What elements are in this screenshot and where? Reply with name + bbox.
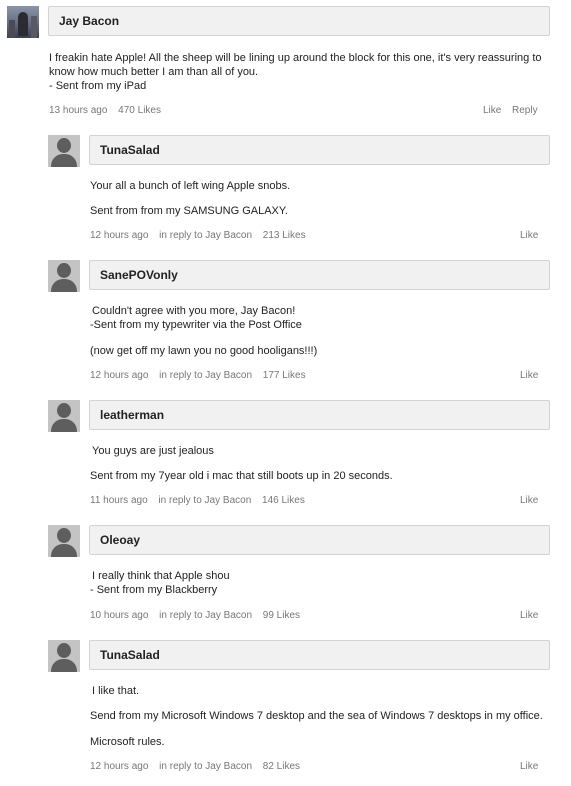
comment-text-line: Sent from my 7year old i mac that still … — [90, 470, 393, 482]
comment-text-line: You guys are just jealous — [92, 445, 214, 457]
comment-like-count: 213 Likes — [262, 230, 306, 241]
comment-reply: TunaSalad Your all a bunch of left wing … — [0, 130, 571, 250]
default-person-icon[interactable] — [48, 135, 80, 167]
default-person-icon[interactable] — [48, 640, 80, 672]
like-button[interactable]: Like — [483, 105, 501, 116]
comment-author-bar: Oleoay — [89, 525, 550, 555]
comment-like-count: 177 Likes — [262, 370, 306, 381]
in-reply-to-link[interactable]: in reply to Jay Bacon — [159, 761, 252, 772]
comment-timestamp[interactable]: 12 hours ago — [90, 370, 148, 381]
comment-author-name[interactable]: Oleoay — [100, 533, 140, 547]
comment-like-count: 82 Likes — [262, 761, 301, 772]
in-reply-to-link[interactable]: in reply to Jay Bacon — [158, 495, 251, 506]
comment-author-name[interactable]: leatherman — [100, 408, 164, 422]
default-person-icon[interactable] — [48, 400, 80, 432]
in-reply-to-link[interactable]: in reply to Jay Bacon — [159, 610, 252, 621]
comment-reply: Oleoay I really think that Apple shou - … — [0, 520, 571, 635]
comment-text-line: Sent from from my SAMSUNG GALAXY. — [90, 205, 288, 217]
comment-author-bar: TunaSalad — [89, 640, 550, 670]
user-photo-avatar[interactable] — [7, 6, 39, 38]
comment-timestamp[interactable]: 10 hours ago — [90, 610, 148, 621]
comment-text-line: -Sent from my typewriter via the Post Of… — [90, 319, 302, 331]
comment-text-line: Your all a bunch of left wing Apple snob… — [90, 180, 291, 192]
in-reply-to-link[interactable]: in reply to Jay Bacon — [159, 370, 252, 381]
comment-meta: 12 hours ago in reply to Jay Bacon 82 Li… — [90, 761, 300, 772]
comment-like-count: 146 Likes — [262, 495, 305, 506]
comment-like-count: 470 Likes — [118, 105, 161, 116]
comment-text-line: - Sent from my iPad — [49, 80, 147, 92]
comment-text-line: know how much better I am than all of yo… — [49, 66, 259, 78]
comment-jay-bacon: Jay Bacon I freakin hate Apple! All the … — [0, 0, 571, 125]
in-reply-to-link[interactable]: in reply to Jay Bacon — [159, 230, 252, 241]
comment-timestamp[interactable]: 13 hours ago — [49, 105, 107, 116]
comment-reply: leatherman You guys are just jealous Sen… — [0, 395, 571, 515]
comment-reply: SanePOVonly Couldn't agree with you more… — [0, 255, 571, 395]
comment-author-bar: leatherman — [89, 400, 550, 430]
comment-author-name[interactable]: TunaSalad — [100, 648, 160, 662]
comment-timestamp[interactable]: 12 hours ago — [90, 761, 148, 772]
comment-timestamp[interactable]: 11 hours ago — [90, 495, 148, 506]
default-person-icon[interactable] — [48, 525, 80, 557]
comment-reply: TunaSalad I like that. Send from my Micr… — [0, 635, 571, 785]
comment-author-bar: TunaSalad — [89, 135, 550, 165]
comment-meta: 12 hours ago in reply to Jay Bacon 213 L… — [90, 230, 306, 241]
comment-author-name[interactable]: SanePOVonly — [100, 268, 178, 282]
like-button[interactable]: Like — [520, 610, 538, 621]
comment-author-bar: SanePOVonly — [89, 260, 550, 290]
like-button[interactable]: Like — [520, 495, 538, 506]
like-button[interactable]: Like — [520, 370, 538, 381]
like-button[interactable]: Like — [520, 761, 538, 772]
comment-meta: 13 hours ago 470 Likes — [49, 105, 161, 116]
comment-text-line: I really think that Apple shou — [92, 570, 230, 582]
comment-timestamp[interactable]: 12 hours ago — [90, 230, 148, 241]
comment-text-line: Send from my Microsoft Windows 7 desktop… — [90, 710, 543, 722]
comment-meta: 11 hours ago in reply to Jay Bacon 146 L… — [90, 495, 305, 506]
comment-author-bar: Jay Bacon — [48, 6, 550, 36]
comment-text-line: - Sent from my Blackberry — [90, 584, 218, 596]
comment-text-line: I freakin hate Apple! All the sheep will… — [49, 52, 542, 64]
reply-button[interactable]: Reply — [512, 105, 538, 116]
comment-author-name[interactable]: TunaSalad — [100, 143, 160, 157]
comment-meta: 12 hours ago in reply to Jay Bacon 177 L… — [90, 370, 306, 381]
comment-text-line: Couldn't agree with you more, Jay Bacon! — [92, 305, 296, 317]
like-button[interactable]: Like — [520, 230, 538, 241]
comment-text-line: I like that. — [92, 685, 140, 697]
comment-text-line: Microsoft rules. — [90, 736, 165, 748]
default-person-icon[interactable] — [48, 260, 80, 292]
comment-text-line: (now get off my lawn you no good hooliga… — [90, 345, 318, 357]
comment-author-name[interactable]: Jay Bacon — [59, 14, 119, 28]
comment-like-count: 99 Likes — [262, 610, 301, 621]
comment-meta: 10 hours ago in reply to Jay Bacon 99 Li… — [90, 610, 300, 621]
